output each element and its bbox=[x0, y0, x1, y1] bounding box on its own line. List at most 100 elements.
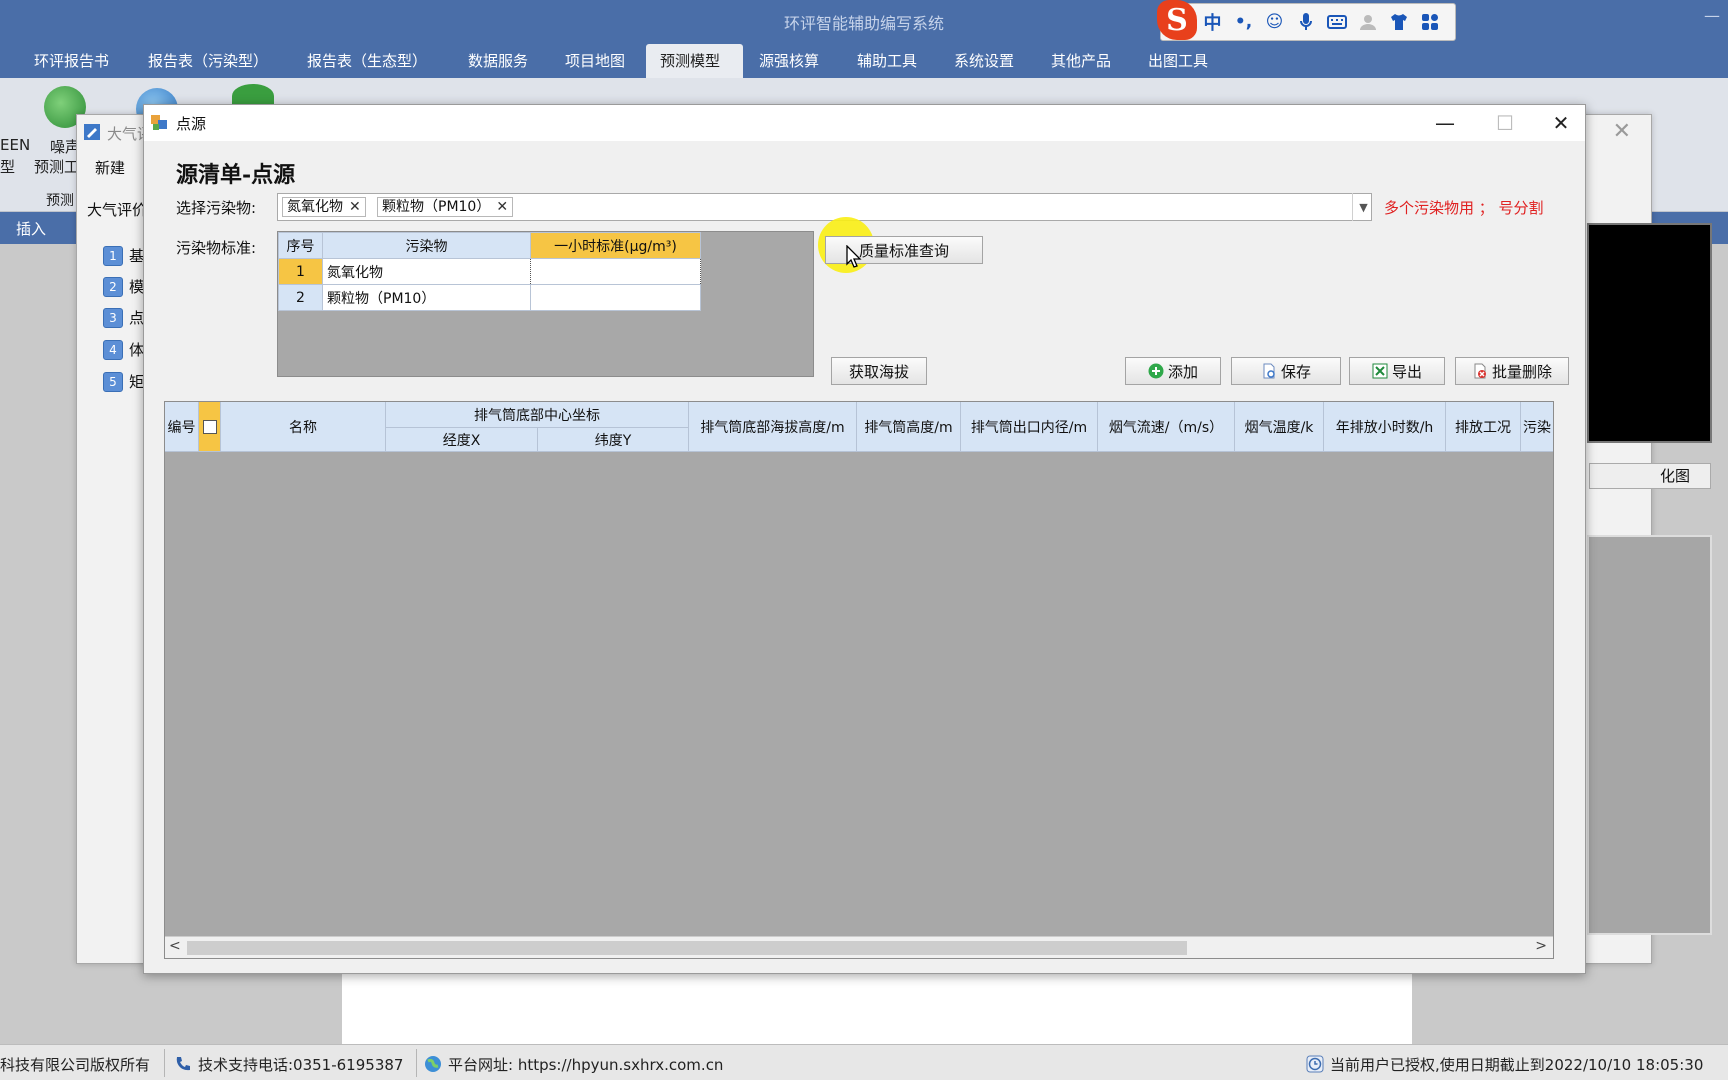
menu-system-settings[interactable]: 系统设置 bbox=[940, 44, 1028, 78]
ime-skin-icon[interactable] bbox=[1383, 7, 1414, 37]
dialog-minimize-button[interactable]: — bbox=[1415, 107, 1475, 139]
col-header-flue-velocity[interactable]: 烟气流速/（m/s） bbox=[1098, 402, 1235, 452]
graph-button[interactable]: 化图 bbox=[1589, 463, 1711, 489]
export-button[interactable]: 导出 bbox=[1349, 357, 1445, 385]
col-header-latitude[interactable]: 纬度Y bbox=[538, 428, 689, 452]
table-row[interactable]: 1 氮氧化物 bbox=[278, 258, 701, 285]
app-titlebar: 环评智能辅助编写系统 — bbox=[0, 0, 1728, 44]
air-window-close-button[interactable]: ✕ bbox=[1613, 119, 1631, 144]
col-header-stack-coord[interactable]: 排气筒底部中心坐标 bbox=[386, 402, 689, 428]
standard-value-cell[interactable] bbox=[530, 284, 701, 311]
edit-window-icon bbox=[84, 124, 100, 140]
standard-grid: 序号 污染物 一小时标准(μg/m³) 1 氮氧化物 2 颗粒物（PM10） bbox=[277, 231, 814, 377]
multi-pollutant-hint: 多个污染物用 ； 号分割 bbox=[1384, 199, 1544, 217]
ribbon-item1-label-a: EEN bbox=[0, 136, 31, 154]
get-altitude-button[interactable]: 获取海拔 bbox=[831, 357, 927, 385]
col-header-no[interactable]: 编号 bbox=[165, 402, 199, 452]
col-header-emission-condition[interactable]: 排放工况 bbox=[1446, 402, 1521, 452]
license-text: 当前用户已授权,使用日期截止到2022/10/10 18:05:30 bbox=[1330, 1056, 1704, 1074]
window-app-icon bbox=[151, 115, 167, 130]
pollutant-multiselect[interactable]: 氮氧化物 ✕ 颗粒物（PM10） ✕ bbox=[277, 193, 1372, 221]
scroll-thumb[interactable] bbox=[187, 941, 1187, 955]
pollutant-cell: 氮氧化物 bbox=[322, 258, 531, 285]
menu-source-accounting[interactable]: 源强核算 bbox=[745, 44, 833, 78]
ime-microphone-icon[interactable] bbox=[1290, 7, 1321, 37]
col-header-flue-temperature[interactable]: 烟气温度/k bbox=[1235, 402, 1324, 452]
step-item-5[interactable]: 5矩 bbox=[103, 371, 144, 392]
ime-keyboard-icon[interactable] bbox=[1321, 7, 1352, 37]
step-item-4[interactable]: 4体 bbox=[103, 339, 144, 360]
col-header-outlet-diameter[interactable]: 排气筒出口内径/m bbox=[961, 402, 1098, 452]
copyright-text: 科技有限公司版权所有 bbox=[0, 1056, 151, 1074]
dialog-close-button[interactable]: ✕ bbox=[1531, 107, 1591, 139]
point-source-dialog: 点源 — ☐ ✕ 源清单-点源 选择污染物: 氮氧化物 ✕ 颗粒物（PM10） ✕ … bbox=[143, 104, 1586, 974]
col-header-pollutant[interactable]: 污染 bbox=[1521, 402, 1553, 452]
horizontal-scrollbar[interactable]: < > bbox=[165, 936, 1553, 958]
menu-prediction-model[interactable]: 预测模型 bbox=[646, 44, 743, 78]
sogou-logo-icon[interactable]: S bbox=[1157, 0, 1197, 40]
step-number: 1 bbox=[103, 245, 123, 266]
menu-project-map[interactable]: 项目地图 bbox=[551, 44, 639, 78]
status-separator bbox=[416, 1049, 417, 1077]
step-number: 2 bbox=[103, 276, 123, 297]
get-altitude-label: 获取海拔 bbox=[848, 362, 909, 381]
menu-report-pollution[interactable]: 报告表（污染型） bbox=[134, 44, 282, 78]
ribbon-group-label: 预测 bbox=[46, 193, 74, 209]
plus-circle-icon bbox=[1148, 363, 1164, 379]
col-header-base-altitude[interactable]: 排气筒底部海拔高度/m bbox=[689, 402, 857, 452]
preview-panel bbox=[1587, 223, 1712, 443]
menu-other-products[interactable]: 其他产品 bbox=[1037, 44, 1125, 78]
col-header-longitude[interactable]: 经度X bbox=[386, 428, 538, 452]
step-label: 基 bbox=[129, 247, 145, 265]
dialog-titlebar: 点源 — ☐ ✕ bbox=[144, 105, 1585, 141]
pollutant-chip: 颗粒物（PM10） ✕ bbox=[377, 197, 514, 217]
chip-remove-icon[interactable]: ✕ bbox=[496, 199, 508, 215]
col-header-name[interactable]: 名称 bbox=[221, 402, 386, 452]
col-header-hour-standard[interactable]: 一小时标准(μg/m³) bbox=[530, 232, 701, 259]
phone-icon bbox=[176, 1057, 190, 1071]
clock-icon bbox=[1306, 1055, 1324, 1073]
menu-report-ecology[interactable]: 报告表（生态型） bbox=[293, 44, 441, 78]
scroll-right-icon[interactable]: > bbox=[1535, 938, 1547, 954]
ime-emoji-icon[interactable]: ☺ bbox=[1259, 7, 1290, 37]
menu-report-book[interactable]: 环评报告书 bbox=[20, 44, 123, 78]
point-source-grid[interactable]: 编号 名称 排气筒底部中心坐标 经度X 纬度Y 排气筒底部海拔高度/m 排气筒高… bbox=[164, 401, 1554, 959]
col-header-no[interactable]: 序号 bbox=[278, 232, 323, 259]
ime-apps-icon[interactable] bbox=[1414, 7, 1445, 37]
step-label: 模 bbox=[129, 278, 145, 296]
app-title: 环评智能辅助编写系统 bbox=[783, 14, 944, 33]
ime-punctuation-icon[interactable]: •, bbox=[1228, 7, 1259, 37]
scroll-left-icon[interactable]: < bbox=[169, 938, 181, 954]
dialog-maximize-button[interactable]: ☐ bbox=[1475, 107, 1535, 139]
select-all-checkbox[interactable] bbox=[202, 419, 217, 434]
air-section-label: 大气评价 bbox=[87, 201, 148, 219]
col-header-stack-height[interactable]: 排气筒高度/m bbox=[857, 402, 961, 452]
app-minimize-button[interactable]: — bbox=[1704, 6, 1720, 25]
batch-delete-button[interactable]: 批量删除 bbox=[1455, 357, 1569, 385]
step-item-1[interactable]: 1基 bbox=[103, 245, 144, 266]
platform-url[interactable]: 平台网址: https://hpyun.sxhrx.com.cn bbox=[424, 1054, 723, 1075]
ime-user-icon[interactable] bbox=[1352, 7, 1383, 37]
ime-chinese-mode-icon[interactable]: 中 bbox=[1197, 7, 1228, 37]
step-item-3[interactable]: 3点 bbox=[103, 307, 144, 328]
chevron-down-icon[interactable]: ▼ bbox=[1352, 193, 1374, 221]
standard-value-cell[interactable] bbox=[530, 258, 701, 285]
step-number: 4 bbox=[103, 339, 123, 360]
col-header-annual-hours[interactable]: 年排放小时数/h bbox=[1324, 402, 1446, 452]
chip-remove-icon[interactable]: ✕ bbox=[349, 199, 361, 215]
add-button[interactable]: 添加 bbox=[1125, 357, 1221, 385]
menu-map-tools[interactable]: 出图工具 bbox=[1134, 44, 1222, 78]
table-row[interactable]: 2 颗粒物（PM10） bbox=[278, 284, 701, 311]
col-header-pollutant[interactable]: 污染物 bbox=[322, 232, 531, 259]
menu-aux-tools[interactable]: 辅助工具 bbox=[843, 44, 931, 78]
new-button[interactable]: 新建 bbox=[95, 157, 125, 178]
add-label: 添加 bbox=[1167, 362, 1198, 381]
step-label: 体 bbox=[129, 341, 145, 359]
insert-label[interactable]: 插入 bbox=[16, 218, 46, 239]
page-title: 源清单-点源 bbox=[176, 162, 296, 188]
step-item-2[interactable]: 2模 bbox=[103, 276, 144, 297]
save-button[interactable]: 保存 bbox=[1231, 357, 1341, 385]
globe-icon bbox=[425, 1056, 441, 1072]
menu-data-service[interactable]: 数据服务 bbox=[454, 44, 542, 78]
ime-toolbar: S 中 •, ☺ bbox=[1157, 0, 1456, 41]
